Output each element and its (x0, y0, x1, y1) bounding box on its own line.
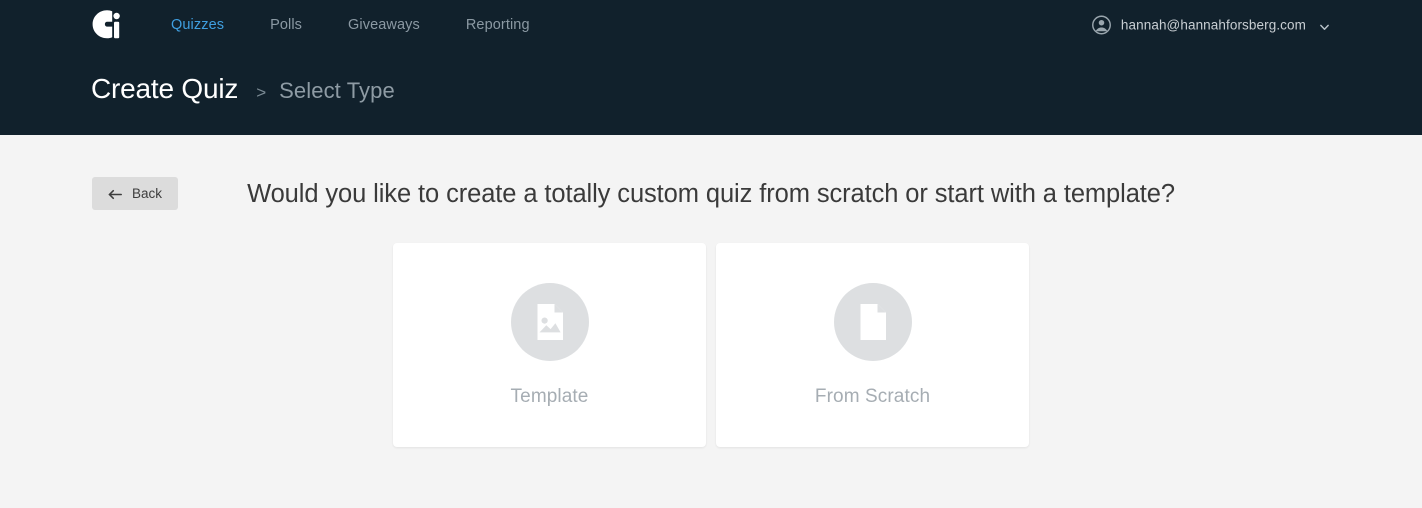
app-header: Quizzes Polls Giveaways Reporting hannah… (0, 0, 1422, 135)
blank-document-icon (833, 282, 912, 361)
document-image-icon (510, 282, 589, 361)
breadcrumb: Create Quiz > Select Type (0, 73, 1422, 105)
back-button[interactable]: Back (92, 177, 179, 210)
interact-logo-icon[interactable] (90, 8, 124, 42)
arrow-left-icon (108, 188, 123, 200)
option-card-template-label: Template (510, 385, 589, 407)
option-card-from-scratch-label: From Scratch (814, 385, 931, 407)
nav-item-giveaways[interactable]: Giveaways (325, 11, 443, 39)
option-card-from-scratch[interactable]: From Scratch (716, 243, 1029, 447)
account-email-label: hannah@hannahforsberg.com (1120, 17, 1306, 33)
main-content: Back Would you like to create a totally … (0, 135, 1422, 508)
breadcrumb-title: Create Quiz (91, 73, 239, 104)
nav-item-reporting[interactable]: Reporting (443, 11, 553, 39)
chevron-down-icon[interactable] (1319, 20, 1330, 31)
back-button-label: Back (132, 186, 163, 201)
breadcrumb-separator: > (256, 83, 267, 102)
breadcrumb-current-step: Select Type (279, 78, 395, 103)
page-title: Would you like to create a totally custo… (247, 180, 1175, 208)
account-menu[interactable]: hannah@hannahforsberg.com (1091, 15, 1330, 35)
primary-nav: Quizzes Polls Giveaways Reporting (148, 11, 553, 39)
top-navbar: Quizzes Polls Giveaways Reporting hannah… (0, 0, 1422, 50)
nav-item-quizzes[interactable]: Quizzes (148, 11, 247, 39)
nav-item-polls[interactable]: Polls (247, 11, 325, 39)
account-circle-icon (1091, 15, 1111, 35)
quiz-type-options: Template From Scratch (0, 243, 1422, 447)
option-card-template[interactable]: Template (393, 243, 706, 447)
